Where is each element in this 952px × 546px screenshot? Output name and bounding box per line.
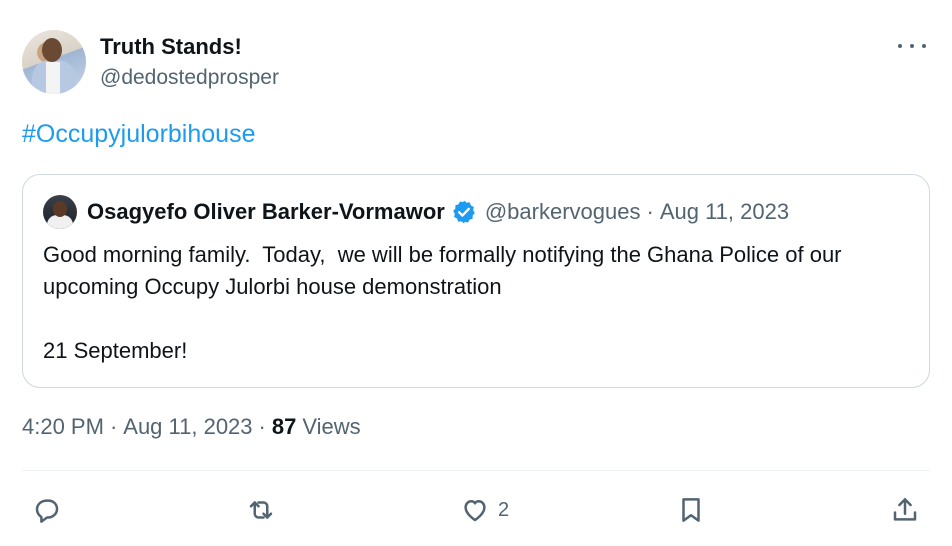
quoted-tweet-card[interactable]: Osagyefo Oliver Barker-Vormawor @barkerv…: [22, 174, 930, 388]
quoted-tweet-date: Aug 11, 2023: [659, 199, 790, 224]
reply-button[interactable]: [32, 490, 62, 530]
separator-dot: ·: [109, 414, 118, 439]
tweet-date[interactable]: Aug 11, 2023: [123, 414, 252, 440]
share-button[interactable]: [890, 490, 920, 530]
tweet-header: Truth Stands! @dedostedprosper: [22, 30, 932, 96]
repost-button[interactable]: [246, 490, 276, 530]
like-button[interactable]: 2: [460, 490, 509, 530]
more-horizontal-icon: [898, 44, 902, 48]
tweet-time[interactable]: 4:20 PM: [22, 414, 104, 440]
quoted-author-avatar: [43, 195, 77, 229]
like-count: 2: [498, 498, 510, 521]
verified-badge-icon: [453, 200, 475, 224]
share-icon: [893, 498, 917, 521]
repost-icon: [249, 501, 273, 519]
quoted-tweet-header: Osagyefo Oliver Barker-Vormawor @barkerv…: [87, 199, 789, 225]
divider: [22, 470, 930, 471]
separator-dot: ·: [646, 199, 654, 224]
quoted-tweet-text: Good morning family. Today, we will be f…: [43, 242, 842, 363]
author-avatar[interactable]: [22, 30, 86, 94]
quoted-author-handle: @barkervogues: [484, 199, 641, 224]
bookmark-icon: [682, 498, 700, 522]
reply-icon: [35, 499, 59, 523]
tweet-meta: 4:20 PM · Aug 11, 2023 · 87 Views: [22, 414, 361, 440]
action-bar: 2: [22, 490, 930, 530]
separator-dot: ·: [258, 414, 266, 439]
views-count: 87: [271, 414, 297, 439]
hashtag-link[interactable]: #Occupyjulorbihouse: [22, 120, 255, 149]
like-icon: [464, 500, 486, 522]
author-display-name[interactable]: Truth Stands!: [100, 34, 242, 60]
bookmark-button[interactable]: [676, 490, 706, 530]
more-options-button[interactable]: [898, 36, 926, 56]
author-handle[interactable]: @dedostedprosper: [100, 66, 279, 90]
views-label: Views: [302, 414, 361, 439]
quoted-author-display-name: Osagyefo Oliver Barker-Vormawor: [87, 199, 445, 224]
